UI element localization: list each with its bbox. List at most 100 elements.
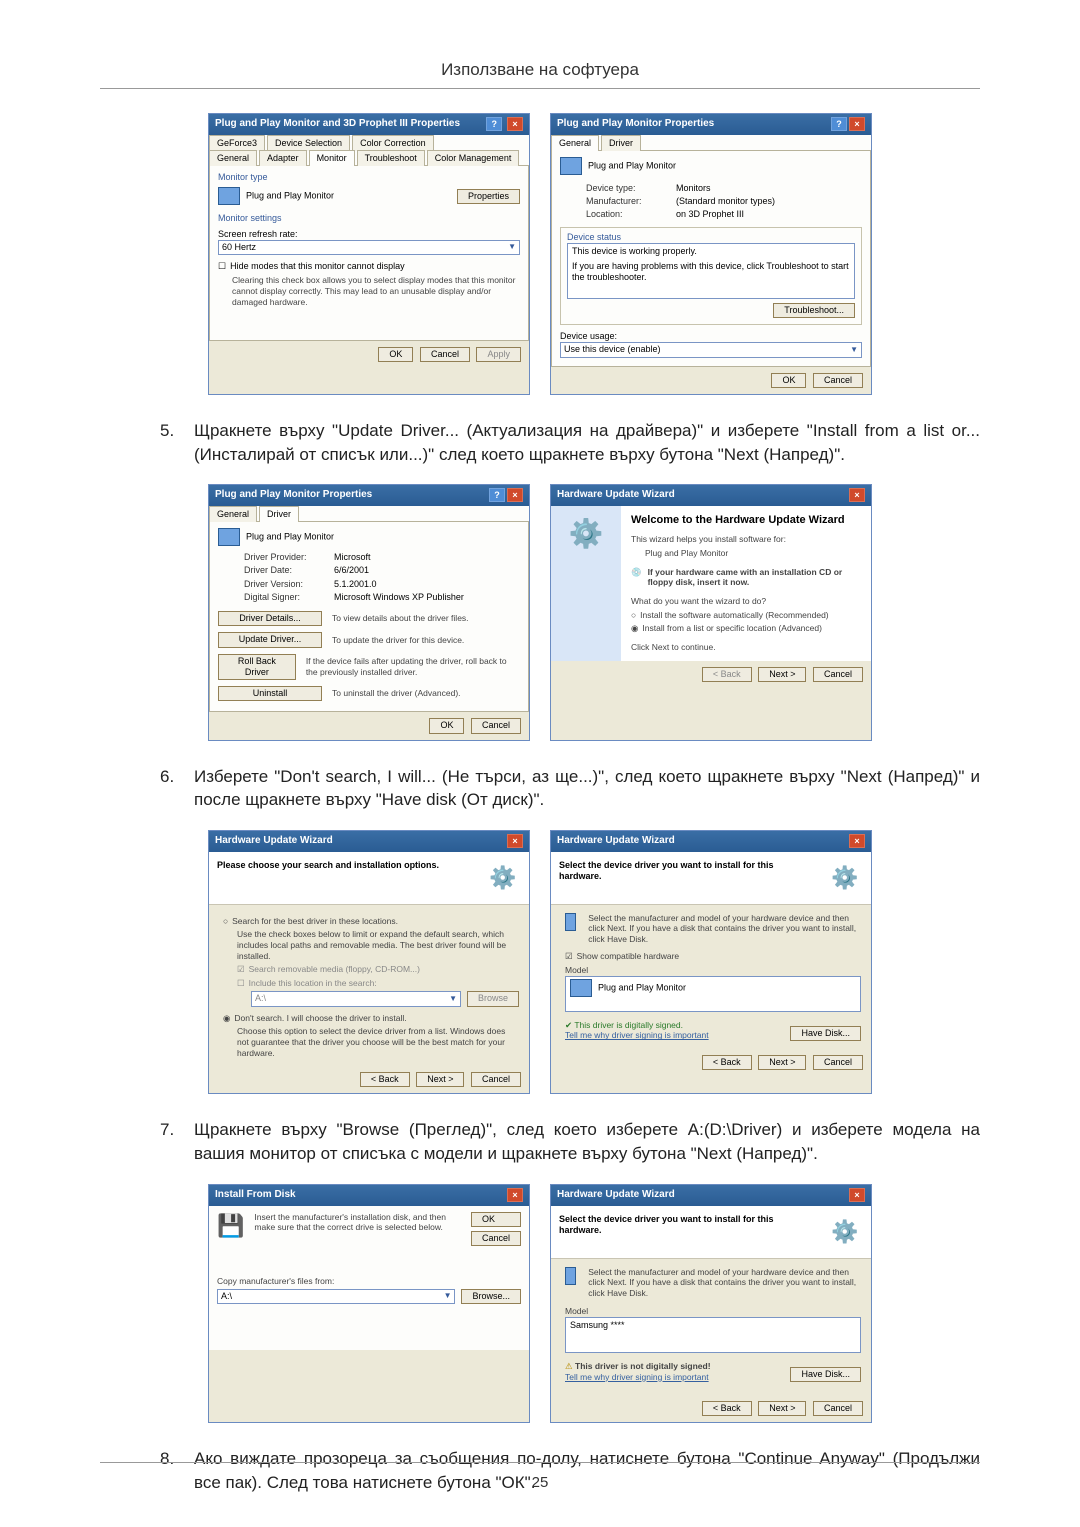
cancel-button[interactable]: Cancel xyxy=(471,1231,521,1246)
have-disk-button[interactable]: Have Disk... xyxy=(790,1026,861,1041)
have-disk-button[interactable]: Have Disk... xyxy=(790,1367,861,1382)
signing-link[interactable]: Tell me why driver signing is important xyxy=(565,1030,709,1041)
cancel-button[interactable]: Cancel xyxy=(813,667,863,682)
wizard-welcome-heading: Welcome to the Hardware Update Wizard xyxy=(631,514,861,528)
uninstall-button[interactable]: Uninstall xyxy=(218,686,322,701)
tab-general[interactable]: General xyxy=(209,506,257,522)
browse-button[interactable]: Browse... xyxy=(461,1289,521,1304)
tab-general[interactable]: General xyxy=(209,150,257,166)
properties-button[interactable]: Properties xyxy=(457,189,520,204)
dialog-title: Plug and Play Monitor Properties xyxy=(557,118,714,131)
rollback-button[interactable]: Roll Back Driver xyxy=(218,654,296,681)
close-icon[interactable]: × xyxy=(507,834,523,848)
ok-button[interactable]: OK xyxy=(429,718,464,733)
hardware-wizard-search-dialog: Hardware Update Wizard× Please choose yo… xyxy=(208,830,530,1094)
close-icon[interactable]: × xyxy=(507,117,523,131)
tab-driver[interactable]: Driver xyxy=(259,506,299,522)
tab-color-management[interactable]: Color Management xyxy=(427,150,520,166)
chevron-down-icon: ▼ xyxy=(444,1291,452,1301)
close-icon[interactable]: × xyxy=(507,488,523,502)
path-value: A:\ xyxy=(221,1291,232,1302)
back-button[interactable]: < Back xyxy=(360,1072,410,1087)
help-icon[interactable]: ? xyxy=(831,117,847,131)
close-icon[interactable]: × xyxy=(849,834,865,848)
back-button[interactable]: < Back xyxy=(702,1401,752,1416)
back-button: < Back xyxy=(702,667,752,682)
help-icon[interactable]: ? xyxy=(489,488,505,502)
tab-device-selection[interactable]: Device Selection xyxy=(267,135,350,151)
cancel-button[interactable]: Cancel xyxy=(813,373,863,388)
refresh-rate-value: 60 Hertz xyxy=(222,242,256,253)
rollback-text: If the device fails after updating the d… xyxy=(306,656,520,677)
tab-troubleshoot[interactable]: Troubleshoot xyxy=(357,150,425,166)
refresh-rate-dropdown[interactable]: 60 Hertz▼ xyxy=(218,240,520,255)
device-usage-dropdown[interactable]: Use this device (enable)▼ xyxy=(560,342,862,357)
driver-details-button[interactable]: Driver Details... xyxy=(218,611,322,626)
header-rule xyxy=(100,88,980,89)
close-icon[interactable]: × xyxy=(507,1188,523,1202)
pnp-label: Plug and Play Monitor xyxy=(588,160,676,170)
update-text: To update the driver for this device. xyxy=(332,635,464,646)
opt-search-desc: Use the check boxes below to limit or ex… xyxy=(237,929,519,961)
next-button[interactable]: Next > xyxy=(758,1401,806,1416)
monitor-icon xyxy=(218,187,240,205)
model-listbox[interactable]: Plug and Play Monitor xyxy=(565,976,861,1012)
monitor-icon xyxy=(565,913,576,931)
continue-text: Click Next to continue. xyxy=(631,642,861,653)
chk-compatible-label: Show compatible hardware xyxy=(577,951,680,962)
radio-auto[interactable]: ○ xyxy=(631,610,636,621)
apply-button: Apply xyxy=(476,347,521,362)
cancel-button[interactable]: Cancel xyxy=(420,347,470,362)
signing-link[interactable]: Tell me why driver signing is important xyxy=(565,1372,711,1383)
device-usage-value: Use this device (enable) xyxy=(564,344,661,355)
type-key: Device type: xyxy=(586,183,666,194)
tab-geforce[interactable]: GeForce3 xyxy=(209,135,265,151)
date-val: 6/6/2001 xyxy=(334,565,369,576)
cancel-button[interactable]: Cancel xyxy=(813,1401,863,1416)
next-button[interactable]: Next > xyxy=(416,1072,464,1087)
tab-adapter[interactable]: Adapter xyxy=(259,150,307,166)
ok-button[interactable]: OK xyxy=(378,347,413,362)
cancel-button[interactable]: Cancel xyxy=(813,1055,863,1070)
opt-list-label: Install from a list or specific location… xyxy=(642,623,822,634)
monitor-type-label: Monitor type xyxy=(218,172,520,183)
next-button[interactable]: Next > xyxy=(758,1055,806,1070)
close-icon[interactable]: × xyxy=(849,1188,865,1202)
tab-color-correction[interactable]: Color Correction xyxy=(352,135,434,151)
install-desc: Insert the manufacturer's installation d… xyxy=(254,1212,461,1233)
hide-modes-checkbox[interactable]: ☐ xyxy=(218,261,226,272)
cancel-button[interactable]: Cancel xyxy=(471,1072,521,1087)
opt-search-label: Search for the best driver in these loca… xyxy=(232,916,398,927)
wizard-heading: Select the device driver you want to ins… xyxy=(559,860,817,883)
close-icon[interactable]: × xyxy=(849,488,865,502)
ok-button[interactable]: OK xyxy=(771,373,806,388)
update-driver-button[interactable]: Update Driver... xyxy=(218,632,322,647)
tab-general[interactable]: General xyxy=(551,135,599,151)
path-dropdown[interactable]: A:\ ▼ xyxy=(217,1289,455,1304)
next-button[interactable]: Next > xyxy=(758,667,806,682)
help-icon[interactable]: ? xyxy=(486,117,502,131)
chevron-down-icon: ▼ xyxy=(449,994,457,1004)
ok-button[interactable]: OK xyxy=(471,1212,521,1227)
radio-dont-search[interactable]: ◉ xyxy=(223,1013,230,1024)
monitor-icon xyxy=(565,1267,576,1285)
cancel-button[interactable]: Cancel xyxy=(471,718,521,733)
close-icon[interactable]: × xyxy=(849,117,865,131)
tab-driver[interactable]: Driver xyxy=(601,135,641,151)
step-number: 5. xyxy=(160,419,182,467)
manufacturer-val: (Standard monitor types) xyxy=(676,196,775,207)
step-text: Щракнете върху "Browse (Преглед)", след … xyxy=(194,1118,980,1166)
model-listbox[interactable]: Samsung **** xyxy=(565,1317,861,1353)
not-signed-text: This driver is not digitally signed! xyxy=(575,1361,711,1371)
tab-monitor[interactable]: Monitor xyxy=(309,150,355,166)
troubleshoot-button[interactable]: Troubleshoot... xyxy=(773,303,855,318)
back-button[interactable]: < Back xyxy=(702,1055,752,1070)
monitor-properties-driver-dialog: Plug and Play Monitor Properties ?× Gene… xyxy=(208,484,530,740)
cd-icon: 💿 xyxy=(631,567,642,578)
radio-search[interactable]: ○ xyxy=(223,916,228,927)
step-number: 7. xyxy=(160,1118,182,1166)
titlebar: Plug and Play Monitor and 3D Prophet III… xyxy=(209,114,529,135)
radio-list[interactable]: ◉ xyxy=(631,623,638,634)
version-key: Driver Version: xyxy=(244,579,324,590)
chk-compatible[interactable]: ☑ xyxy=(565,951,573,962)
